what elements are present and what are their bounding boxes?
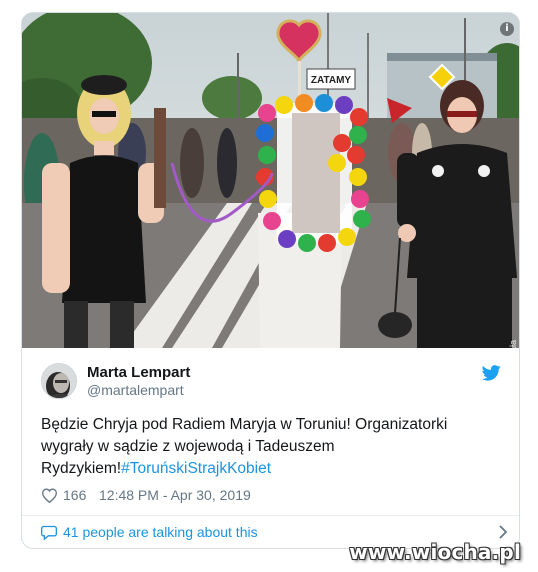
user-handle[interactable]: @martalempart: [87, 382, 184, 398]
divider: [22, 515, 519, 516]
protest-photo-illustration: ZATAMY: [22, 13, 519, 348]
tweet-text: Będzie Chryja pod Radiem Maryja w Toruni…: [41, 414, 491, 480]
hashtag-link[interactable]: #ToruńskiStrajkKobiet: [121, 460, 271, 477]
twitter-bird-icon[interactable]: [482, 365, 501, 381]
avatar-portrait: [42, 364, 76, 398]
embedded-tweet-card: ZATAMY i Marta Lempart @martalempart Będ…: [21, 12, 520, 549]
speech-bubble-icon: [41, 525, 57, 540]
tweet-timestamp[interactable]: 12:48 PM - Apr 30, 2019: [99, 487, 251, 503]
like-count: 166: [63, 487, 87, 503]
tweet-author: Marta Lempart @martalempart: [41, 363, 501, 399]
site-watermark: www.wiocha.pl: [349, 540, 521, 564]
heart-icon[interactable]: [41, 488, 58, 503]
chevron-right-icon: [499, 525, 507, 539]
display-name[interactable]: Marta Lempart: [87, 364, 190, 381]
conversation-count-label: 41 people are talking about this: [63, 524, 258, 540]
avatar[interactable]: [41, 363, 77, 399]
photo-banner-text: ZATAMY: [311, 75, 352, 86]
tweet-photo[interactable]: ZATAMY i: [22, 13, 519, 348]
info-icon[interactable]: i: [500, 22, 514, 36]
photo-credit: © Katarzyna Pierzchała: [508, 340, 518, 348]
